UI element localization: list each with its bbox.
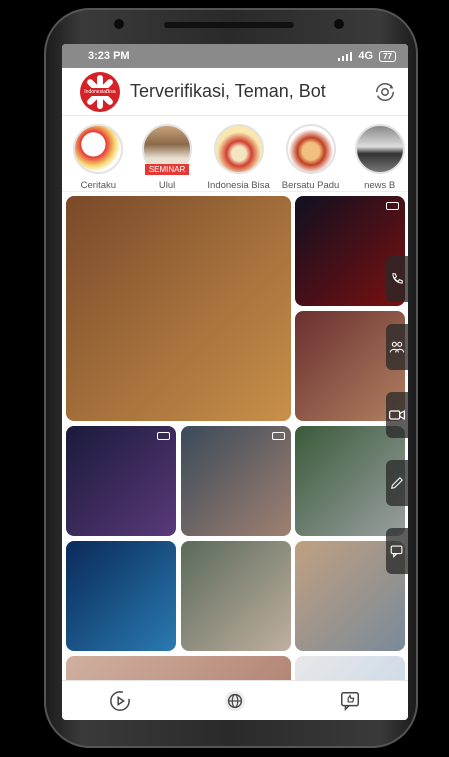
story-label: news B (364, 180, 396, 191)
story-bersatu-padu[interactable]: Bersatu Padu (281, 124, 340, 191)
story-ulul[interactable]: SEMINAR Ulul (139, 124, 196, 191)
story-avatar (354, 124, 405, 174)
pencil-icon (391, 477, 403, 489)
tech-tile[interactable] (66, 541, 176, 651)
logo-text: IndonesiaBisa (83, 87, 117, 96)
sensor-dot (334, 19, 344, 29)
battery-icon: 77 (379, 50, 396, 62)
stories-row: Ceritaku SEMINAR Ulul Indonesia Bisa Ber… (62, 116, 408, 192)
video-indicator-icon (272, 432, 285, 440)
media-grid (62, 192, 408, 716)
story-tag: SEMINAR (144, 164, 190, 175)
chat-button[interactable] (386, 528, 408, 574)
phone-icon (392, 273, 403, 284)
group-icon (389, 341, 405, 353)
network-label: 4G (358, 50, 374, 62)
app-logo[interactable]: IndonesiaBisa (80, 71, 120, 112)
video-icon (389, 409, 405, 421)
video-indicator-icon (157, 432, 170, 440)
story-label: Indonesia Bisa (207, 180, 270, 191)
sync-settings-icon[interactable] (374, 81, 396, 103)
camera-dot (114, 19, 124, 29)
band-tile[interactable] (66, 426, 176, 536)
play-icon[interactable] (109, 690, 131, 712)
story-news[interactable]: news B (351, 124, 408, 191)
thumbs-up-icon[interactable] (339, 690, 361, 712)
story-ceritaku[interactable]: Ceritaku (70, 124, 127, 191)
app-header: IndonesiaBisa Terverifikasi, Teman, Bot (62, 68, 408, 116)
call-button[interactable] (386, 256, 408, 302)
page-title: Terverifikasi, Teman, Bot (130, 81, 326, 101)
story-label: Bersatu Padu (281, 180, 340, 191)
story-avatar (213, 124, 264, 174)
signal-icon (338, 51, 353, 61)
floating-action-bar (386, 256, 408, 574)
app-screen: 3:23 PM 4G 77 IndonesiaBisa Terverifikas… (62, 44, 408, 720)
video-indicator-icon (386, 202, 399, 210)
group-call-button[interactable] (386, 324, 408, 370)
edit-button[interactable] (386, 460, 408, 506)
bottom-nav (62, 680, 408, 720)
video-call-tile[interactable] (181, 426, 291, 536)
speaker (164, 22, 294, 28)
market-tile[interactable] (66, 196, 291, 421)
story-indonesia-bisa[interactable]: Indonesia Bisa (207, 124, 270, 191)
globe-icon[interactable] (224, 690, 246, 712)
chat-icon (390, 545, 402, 558)
story-label: Ceritaku (80, 180, 117, 191)
status-time: 3:23 PM (88, 50, 130, 62)
story-label: Ulul (158, 180, 176, 191)
status-bar: 3:23 PM 4G 77 (62, 44, 408, 68)
story-avatar (73, 124, 124, 174)
story-avatar (285, 124, 336, 174)
video-call-button[interactable] (386, 392, 408, 438)
money-tile[interactable] (181, 541, 291, 651)
